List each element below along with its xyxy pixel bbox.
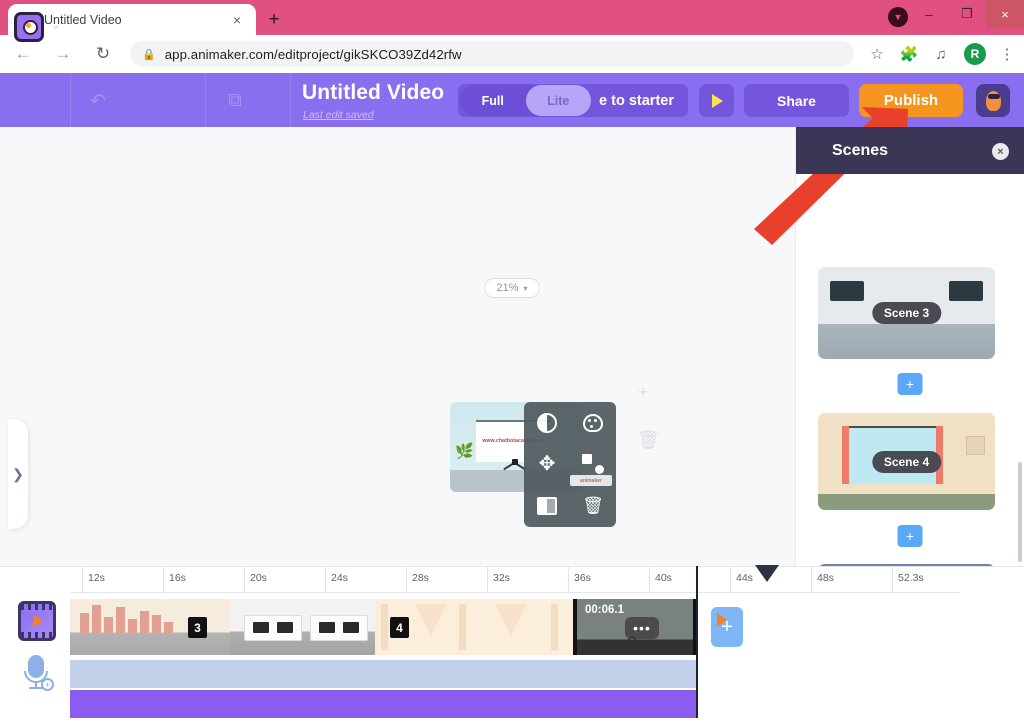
scene-card-label: Scene 4 [871,450,942,473]
ruler-tick: 48s [811,567,834,593]
contrast-icon[interactable] [524,402,570,444]
extensions-icon[interactable]: 🧩 [894,39,924,69]
scene-card-4[interactable]: Scene 4 [818,413,995,510]
scene-card-label: Scene 3 [871,302,942,324]
save-status: Last edit saved [303,109,374,121]
ruler-tick: 24s [325,567,348,593]
zoom-level-label: 21% [496,282,519,294]
project-title[interactable]: Untitled Video [302,81,444,105]
logo-chevron-down-icon[interactable]: ⌄ [50,17,61,33]
playhead-line [696,566,698,718]
clip-badge: 3 [188,617,207,638]
palette-icon[interactable] [570,402,616,444]
ruler-tick: 16s [163,567,186,593]
scenes-panel: Scene 3 + Scene 4 + 🌿 🌿 Scene 5 00:06.1 … [795,127,1024,566]
picture-frame-icon [966,436,985,455]
add-scene-between-button[interactable]: + [897,373,923,395]
header-divider [290,73,291,127]
lock-icon: 🔒 [142,48,156,61]
canvas-zoom-dropdown[interactable]: 21% ▾ [484,278,540,298]
window-controls: – ❐ × [910,0,1024,35]
reload-icon[interactable]: ↻ [86,37,120,71]
move-icon[interactable]: ✥ [524,444,570,486]
profile-avatar[interactable]: R [964,43,986,65]
ruler-tick: 44s [730,567,753,593]
object-context-menu[interactable]: ✥ 🗑 [524,402,616,527]
audio-track-2[interactable] [70,690,696,718]
duplicate-button[interactable]: ⧉ [222,88,248,114]
scenes-panel-scrollbar[interactable] [1018,462,1022,562]
mode-option-full[interactable]: Full [460,85,526,116]
playhead-handle[interactable] [755,565,779,582]
delete-icon[interactable]: 🗑 [570,485,616,527]
stand-top-icon [512,459,518,465]
scene-card-3[interactable]: Scene 3 [818,267,995,359]
flip-icon[interactable] [524,485,570,527]
ruler-tick: 32s [487,567,510,593]
ruler-tick: 52.3s [892,567,924,593]
timeline-clip-selected[interactable]: 00:06.1 ••• [573,599,697,655]
video-track[interactable]: 00:06.1 ••• 3 4 + [70,599,954,655]
media-control-icon[interactable]: ♫ [926,39,956,69]
close-icon[interactable]: × [992,143,1009,160]
audio-track-1[interactable] [70,660,696,688]
ruler-tick: 36s [568,567,591,593]
microphone-add-icon[interactable]: + [22,655,54,691]
ruler-tick: 12s [82,567,105,593]
watermark-badge: animaker [570,475,612,486]
tab-title: Untitled Video [44,12,122,27]
timeline-panel: 12s 16s 20s 24s 28s 32s 36s 40s 44s 48s … [0,565,1024,728]
canvas-add-icon[interactable]: + [638,382,649,403]
tab-close-icon[interactable]: × [228,11,246,29]
canvas-delete-icon[interactable]: 🗑 [637,430,660,451]
undo-button[interactable]: ↶ [85,88,111,114]
window-dropdown-icon[interactable]: ▼ [888,7,908,27]
clip-duration-label: 00:06.1 [585,604,625,616]
ruler-tick: 40s [649,567,672,593]
header-divider [205,73,206,127]
clip-badge: 4 [390,617,409,638]
preview-play-button[interactable] [699,84,734,117]
close-window-button[interactable]: × [986,0,1024,28]
add-scene-between-button[interactable]: + [897,525,923,547]
chevron-down-icon: ▾ [523,283,528,293]
browser-toolbar: ← → ↻ 🔒 app.animaker.com/editproject/gik… [0,35,1024,73]
address-bar[interactable]: 🔒 app.animaker.com/editproject/gikSKCO39… [130,41,854,67]
stand-icon [625,636,639,647]
quality-mode-toggle[interactable]: Full Lite [460,85,591,116]
monitor-icon [830,281,864,301]
bookmark-icon[interactable]: ☆ [862,39,892,69]
animaker-mascot-icon [14,12,44,42]
timeline-clip[interactable] [230,599,375,655]
play-triangle-icon [712,93,723,108]
track-icon-column: + [0,593,70,728]
canvas-workspace: ❯ 21% ▾ www.chatbotacademy.io 🌿 ✥ 🗑 anim… [0,127,795,643]
minimize-button[interactable]: – [910,0,948,28]
animaker-editor-screen: Untitled Video × + ▼ – ❐ × ← → ↻ 🔒 app.a… [0,0,1024,728]
scenes-panel-title: Scenes [832,141,889,159]
browser-menu-icon[interactable]: ⋮ [992,39,1022,69]
maximize-button[interactable]: ❐ [948,0,986,28]
left-panel-expander[interactable]: ❯ [8,419,28,529]
scenes-panel-header: Scenes × [796,127,1024,174]
new-tab-button[interactable]: + [262,8,286,32]
header-divider [70,73,71,127]
ruler-tick: 28s [406,567,429,593]
share-button[interactable]: Share [744,84,849,117]
plant-icon: 🌿 [455,443,474,460]
browser-titlebar: Untitled Video × + ▼ – ❐ × [0,0,1024,35]
publish-button[interactable]: Publish [859,84,963,117]
url-text: app.animaker.com/editproject/gikSKCO39Zd… [164,46,462,62]
mode-option-lite[interactable]: Lite [525,85,591,116]
dog-mascot-icon[interactable] [976,84,1010,117]
animaker-logo[interactable] [6,4,52,50]
monitor-icon [949,281,983,301]
ruler-tick: 20s [244,567,267,593]
video-track-icon[interactable] [18,601,56,641]
timeline-ruler[interactable]: 12s 16s 20s 24s 28s 32s 36s 40s 44s 48s … [70,565,960,593]
